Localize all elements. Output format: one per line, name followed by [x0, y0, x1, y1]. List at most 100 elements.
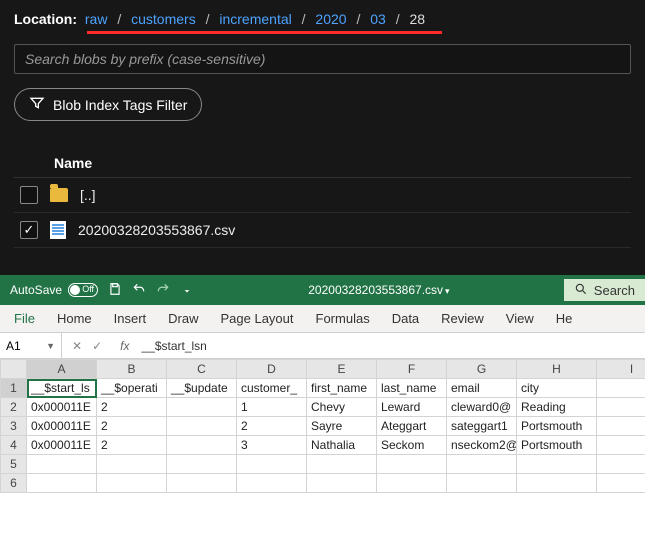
cell[interactable] — [517, 455, 597, 474]
cell[interactable]: first_name — [307, 379, 377, 398]
search-input[interactable] — [14, 44, 631, 74]
select-all-corner[interactable] — [1, 360, 27, 379]
cell[interactable]: 0x000011E — [27, 417, 97, 436]
row-header[interactable]: 6 — [1, 474, 27, 493]
cell[interactable] — [167, 455, 237, 474]
cell[interactable] — [307, 455, 377, 474]
cell[interactable]: 2 — [237, 417, 307, 436]
row-checkbox[interactable] — [20, 221, 38, 239]
cell[interactable]: Portsmouth — [517, 436, 597, 455]
cell[interactable]: 0x000011E — [27, 398, 97, 417]
cell[interactable]: Nathalia — [307, 436, 377, 455]
cell[interactable] — [597, 417, 645, 436]
cell[interactable]: cleward0@ — [447, 398, 517, 417]
tab-page-layout[interactable]: Page Layout — [221, 311, 294, 326]
cell[interactable] — [307, 474, 377, 493]
tab-view[interactable]: View — [506, 311, 534, 326]
cell[interactable]: __$start_ls — [27, 379, 97, 398]
cell[interactable]: customer_ — [237, 379, 307, 398]
fx-icon[interactable]: fx — [112, 339, 137, 353]
list-item[interactable]: [..] — [14, 178, 631, 213]
list-item[interactable]: 20200328203553867.csv — [14, 213, 631, 248]
tab-help[interactable]: He — [556, 311, 573, 326]
cell[interactable]: Reading — [517, 398, 597, 417]
name-box[interactable]: A1 ▼ — [0, 333, 62, 358]
autosave-toggle[interactable]: AutoSave Off — [10, 283, 98, 297]
cell[interactable]: 0x000011E — [27, 436, 97, 455]
cell[interactable]: Portsmouth — [517, 417, 597, 436]
cell[interactable] — [167, 436, 237, 455]
cell[interactable]: __$update — [167, 379, 237, 398]
column-header-name[interactable]: Name — [14, 149, 631, 178]
cell[interactable]: Leward — [377, 398, 447, 417]
crumb-incremental[interactable]: incremental — [219, 11, 291, 27]
col-header[interactable]: C — [167, 360, 237, 379]
customize-qat-icon[interactable] — [180, 282, 194, 299]
cell[interactable] — [597, 398, 645, 417]
cell[interactable]: 2 — [97, 417, 167, 436]
cell[interactable] — [447, 455, 517, 474]
cell[interactable] — [597, 436, 645, 455]
spreadsheet-grid[interactable]: A B C D E F G H I 1__$start_ls__$operati… — [0, 359, 645, 493]
search-button[interactable]: Search — [564, 279, 645, 301]
chevron-down-icon[interactable]: ▼ — [46, 341, 55, 351]
cancel-icon[interactable]: ✕ — [72, 339, 82, 353]
cell[interactable]: last_name — [377, 379, 447, 398]
cell[interactable] — [167, 417, 237, 436]
row-header[interactable]: 3 — [1, 417, 27, 436]
row-header[interactable]: 2 — [1, 398, 27, 417]
cell[interactable]: city — [517, 379, 597, 398]
cell[interactable] — [27, 455, 97, 474]
cell[interactable] — [27, 474, 97, 493]
redo-icon[interactable] — [156, 282, 170, 299]
tab-review[interactable]: Review — [441, 311, 484, 326]
cell[interactable]: 2 — [97, 436, 167, 455]
row-checkbox[interactable] — [20, 186, 38, 204]
cell[interactable]: __$operati — [97, 379, 167, 398]
tab-formulas[interactable]: Formulas — [316, 311, 370, 326]
cell[interactable] — [597, 455, 645, 474]
cell[interactable] — [447, 474, 517, 493]
cell[interactable]: nseckom2@ — [447, 436, 517, 455]
cell[interactable] — [97, 455, 167, 474]
enter-icon[interactable]: ✓ — [92, 339, 102, 353]
tab-insert[interactable]: Insert — [114, 311, 147, 326]
col-header[interactable]: D — [237, 360, 307, 379]
cell[interactable]: 2 — [97, 398, 167, 417]
crumb-2020[interactable]: 2020 — [315, 11, 346, 27]
crumb-03[interactable]: 03 — [370, 11, 386, 27]
tab-file[interactable]: File — [14, 311, 35, 326]
row-header[interactable]: 4 — [1, 436, 27, 455]
chevron-down-icon[interactable]: ▾ — [445, 286, 450, 296]
tab-data[interactable]: Data — [392, 311, 419, 326]
crumb-customers[interactable]: customers — [131, 11, 196, 27]
cell[interactable]: sateggart1 — [447, 417, 517, 436]
col-header[interactable]: I — [597, 360, 645, 379]
col-header[interactable]: A — [27, 360, 97, 379]
cell[interactable] — [167, 398, 237, 417]
formula-value[interactable]: __$start_lsn — [137, 339, 210, 353]
cell[interactable]: Ateggart — [377, 417, 447, 436]
cell[interactable] — [377, 455, 447, 474]
cell[interactable]: Seckom — [377, 436, 447, 455]
row-header[interactable]: 1 — [1, 379, 27, 398]
cell[interactable] — [597, 379, 645, 398]
col-header[interactable]: G — [447, 360, 517, 379]
tab-draw[interactable]: Draw — [168, 311, 198, 326]
col-header[interactable]: B — [97, 360, 167, 379]
cell[interactable]: Sayre — [307, 417, 377, 436]
blob-index-filter-button[interactable]: Blob Index Tags Filter — [14, 88, 202, 121]
save-icon[interactable] — [108, 282, 122, 299]
undo-icon[interactable] — [132, 282, 146, 299]
cell[interactable]: Chevy — [307, 398, 377, 417]
row-header[interactable]: 5 — [1, 455, 27, 474]
cell[interactable] — [97, 474, 167, 493]
cell[interactable] — [237, 455, 307, 474]
col-header[interactable]: F — [377, 360, 447, 379]
col-header[interactable]: H — [517, 360, 597, 379]
cell[interactable]: 1 — [237, 398, 307, 417]
cell[interactable] — [517, 474, 597, 493]
tab-home[interactable]: Home — [57, 311, 92, 326]
cell[interactable]: email — [447, 379, 517, 398]
cell[interactable] — [597, 474, 645, 493]
